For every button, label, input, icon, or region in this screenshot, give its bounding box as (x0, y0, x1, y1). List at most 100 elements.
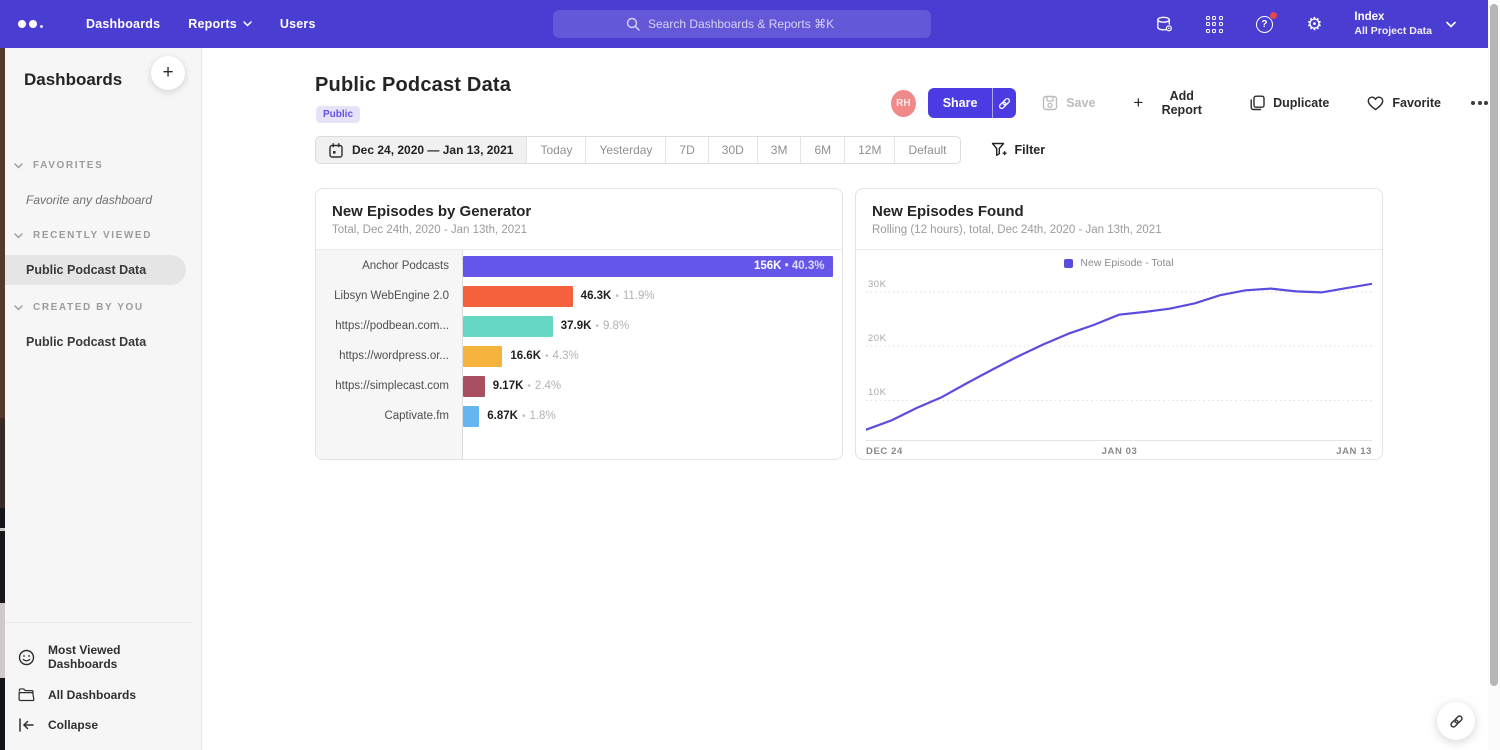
desktop-edge-strip (0, 48, 5, 750)
date-range-picker[interactable]: Dec 24, 2020 — Jan 13, 2021 (316, 137, 527, 163)
most-viewed-dashboards-button[interactable]: Most Viewed Dashboards (0, 635, 191, 679)
section-favorites[interactable]: FAVORITES (0, 160, 201, 171)
bar-value-label: 16.6K•4.3% (510, 350, 578, 362)
preset-6m[interactable]: 6M (801, 137, 845, 163)
duplicate-button[interactable]: Duplicate (1250, 95, 1329, 111)
bar-row: 6.87K•1.8% (463, 401, 842, 431)
preset-yesterday[interactable]: Yesterday (586, 137, 666, 163)
duplicate-icon (1250, 95, 1265, 111)
nav-item-reports[interactable]: Reports (188, 17, 252, 31)
preset-today[interactable]: Today (527, 137, 586, 163)
bar[interactable] (463, 286, 573, 307)
page-scrollbar[interactable] (1488, 0, 1500, 750)
share-button[interactable]: Share (928, 88, 993, 118)
bar-category-label: Libsyn WebEngine 2.0 (316, 281, 462, 311)
filter-funnel-icon (991, 142, 1007, 158)
favorite-button[interactable]: Favorite (1367, 96, 1441, 111)
bar[interactable]: 156K • 40.3% (463, 256, 833, 277)
sidebar-title: Dashboards (24, 70, 122, 90)
more-options-button[interactable] (1471, 101, 1488, 105)
chevron-down-icon (1446, 21, 1456, 28)
bar-row: 37.9K•9.8% (463, 311, 842, 341)
public-badge: Public (316, 106, 360, 123)
all-dashboards-button[interactable]: All Dashboards (0, 679, 191, 710)
project-switcher[interactable]: Index All Project Data (1354, 10, 1456, 38)
bar-value-label: 6.87K•1.8% (487, 410, 555, 422)
add-dashboard-button[interactable]: + (151, 56, 185, 90)
project-scope: All Project Data (1354, 25, 1432, 38)
favorites-empty-text: Favorite any dashboard (26, 193, 201, 207)
section-label: FAVORITES (33, 160, 103, 171)
search-input[interactable] (648, 17, 858, 31)
bar-chart-subtitle: Total, Dec 24th, 2020 - Jan 13th, 2021 (332, 224, 826, 236)
line-plot[interactable]: 10K20K30K (866, 274, 1372, 440)
chevron-down-icon (14, 305, 23, 311)
preset-3m[interactable]: 3M (758, 137, 802, 163)
data-sources-icon[interactable] (1154, 14, 1174, 34)
nav-item-label: Dashboards (86, 17, 160, 31)
bar-chart-title: New Episodes by Generator (332, 203, 826, 220)
line-chart-title: New Episodes Found (872, 203, 1366, 220)
duplicate-label: Duplicate (1273, 96, 1329, 110)
save-icon (1042, 95, 1058, 111)
chevron-down-icon (243, 21, 252, 27)
project-name: Index (1354, 10, 1432, 24)
sidebar-item-public-podcast-data-created[interactable]: Public Podcast Data (0, 327, 201, 357)
section-label: RECENTLY VIEWED (33, 230, 152, 241)
avatar[interactable]: RH (891, 90, 916, 117)
bar-category-label: https://simplecast.com (316, 371, 462, 401)
help-icon[interactable]: ? (1254, 14, 1274, 34)
section-recently-viewed[interactable]: RECENTLY VIEWED (0, 230, 201, 241)
x-tick: JAN 13 (1336, 446, 1372, 457)
apps-grid-icon[interactable] (1204, 14, 1224, 34)
save-button[interactable]: Save (1042, 95, 1095, 111)
preset-7d[interactable]: 7D (666, 137, 708, 163)
share-link-button[interactable] (992, 88, 1016, 118)
bar-category-label: Anchor Podcasts (316, 251, 462, 281)
sidebar-footer: Most Viewed Dashboards All Dashboards Co… (0, 622, 191, 744)
x-axis: DEC 24 JAN 03 JAN 13 (866, 440, 1372, 457)
link-icon (996, 95, 1013, 112)
line-chart-header: New Episodes Found Rolling (12 hours), t… (856, 189, 1382, 250)
nav-item-users[interactable]: Users (280, 17, 316, 31)
x-tick: JAN 03 (1102, 446, 1138, 457)
collapse-sidebar-button[interactable]: Collapse (0, 710, 191, 740)
bar[interactable] (463, 346, 502, 367)
date-toolbar: Dec 24, 2020 — Jan 13, 2021 Today Yester… (315, 136, 1045, 164)
app-logo-icon[interactable] (18, 20, 58, 28)
chevron-down-icon (14, 163, 23, 169)
legend-swatch (1064, 259, 1073, 268)
filter-button[interactable]: Filter (991, 142, 1046, 158)
collapse-icon (18, 718, 35, 732)
legend-label: New Episode - Total (1080, 257, 1173, 269)
line-chart-subtitle: Rolling (12 hours), total, Dec 24th, 202… (872, 224, 1366, 236)
date-range-group: Dec 24, 2020 — Jan 13, 2021 Today Yester… (315, 136, 961, 164)
sidebar-item-public-podcast-data[interactable]: Public Podcast Data (0, 255, 186, 285)
floating-share-link-button[interactable] (1437, 702, 1475, 740)
add-report-button[interactable]: + Add Report (1133, 89, 1212, 117)
data-line (866, 284, 1372, 430)
section-created-by-you[interactable]: CREATED BY YOU (0, 302, 201, 313)
search-bar[interactable] (553, 10, 931, 38)
preset-default[interactable]: Default (895, 137, 959, 163)
bar-row: 16.6K•4.3% (463, 341, 842, 371)
bar[interactable] (463, 376, 485, 397)
chevron-down-icon (14, 233, 23, 239)
share-split-button: Share (928, 88, 1017, 118)
bar-row: 156K • 40.3% (463, 251, 842, 281)
scrollbar-thumb[interactable] (1490, 4, 1498, 686)
header-actions: RH Share Save + Add Report Duplicate Fav… (891, 88, 1488, 118)
bar[interactable] (463, 316, 553, 337)
line-chart-card: New Episodes Found Rolling (12 hours), t… (855, 188, 1383, 460)
footer-item-label: Collapse (48, 718, 98, 732)
settings-gear-icon[interactable]: ⚙ (1304, 14, 1324, 34)
top-nav: Dashboards Reports Users ? ⚙ Index All P… (0, 0, 1488, 48)
preset-30d[interactable]: 30D (709, 137, 758, 163)
date-range-label: Dec 24, 2020 — Jan 13, 2021 (352, 143, 513, 157)
bar-chart-header: New Episodes by Generator Total, Dec 24t… (316, 189, 842, 250)
nav-item-dashboards[interactable]: Dashboards (86, 17, 160, 31)
calendar-icon (329, 143, 343, 158)
nav-item-label: Reports (188, 17, 237, 31)
preset-12m[interactable]: 12M (845, 137, 895, 163)
bar[interactable] (463, 406, 479, 427)
